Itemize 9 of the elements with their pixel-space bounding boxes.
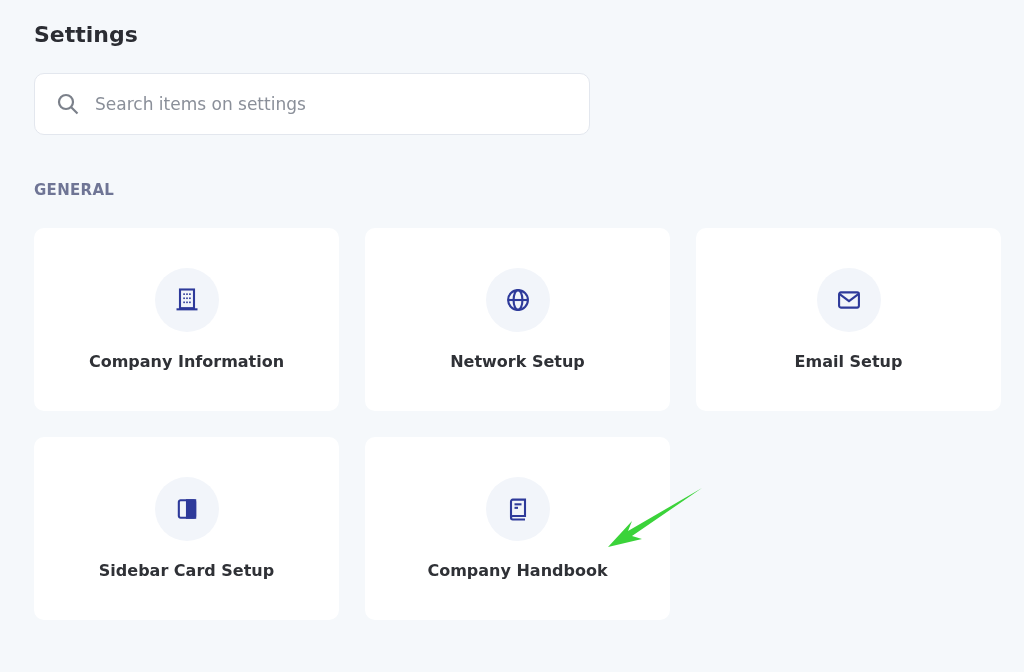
settings-card[interactable]: Company Handbook (365, 437, 670, 620)
settings-card[interactable]: Network Setup (365, 228, 670, 411)
search-field[interactable]: Search items on settings (34, 73, 590, 135)
settings-card[interactable]: Email Setup (696, 228, 1001, 411)
settings-card[interactable]: Company Information (34, 228, 339, 411)
section-heading: GENERAL (34, 181, 116, 199)
settings-card[interactable]: Sidebar Card Setup (34, 437, 339, 620)
search-icon (56, 92, 80, 116)
page-title: Settings (34, 22, 139, 47)
